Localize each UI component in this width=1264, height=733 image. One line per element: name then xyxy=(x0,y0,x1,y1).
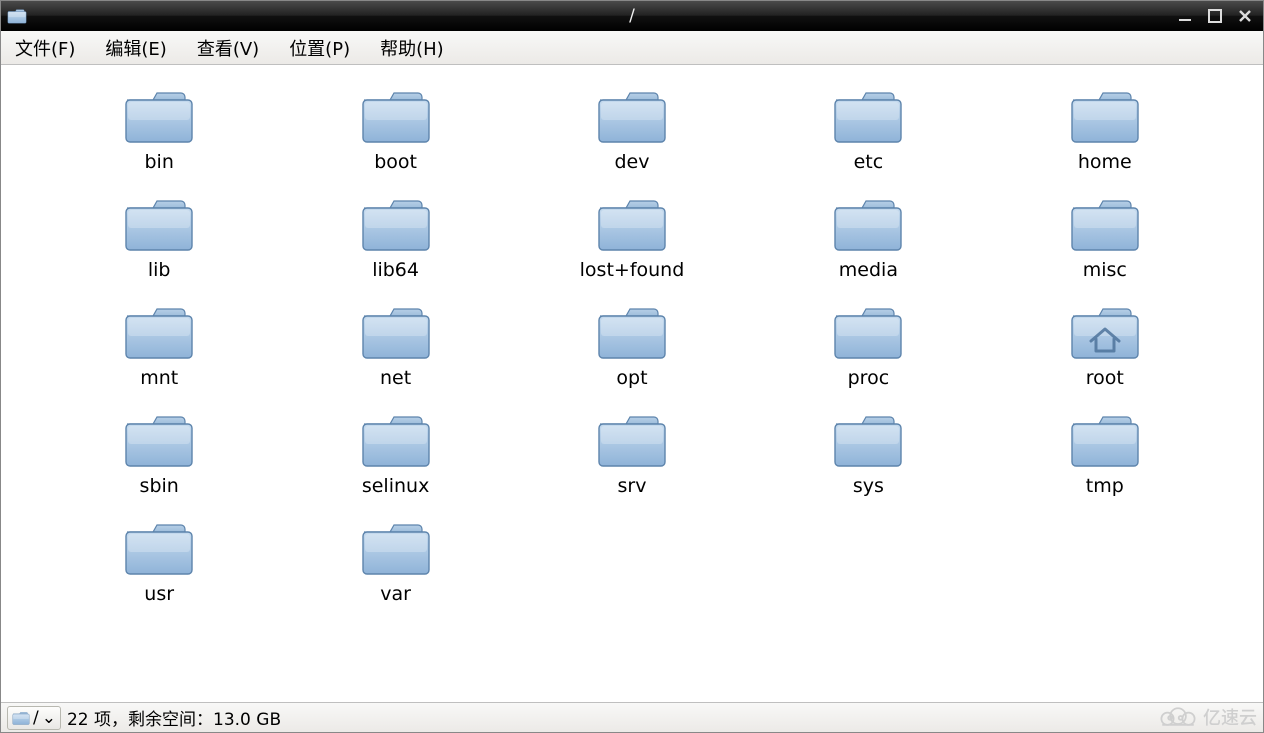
folder-icon xyxy=(123,87,195,145)
folder-icon xyxy=(360,195,432,253)
titlebar[interactable]: / xyxy=(1,1,1263,31)
folder-item-selinux[interactable]: selinux xyxy=(311,411,481,497)
menu-file[interactable]: 文件(F) xyxy=(9,31,81,65)
folder-label: home xyxy=(1078,151,1132,173)
folder-icon xyxy=(360,87,432,145)
folder-item-bin[interactable]: bin xyxy=(74,87,244,173)
folder-label: opt xyxy=(616,367,647,389)
folder-label: media xyxy=(839,259,898,281)
statusbar: / ⌄ 22 项，剩余空间：13.0 GB 亿速云 xyxy=(1,702,1263,732)
path-selector[interactable]: / ⌄ xyxy=(7,706,61,730)
menubar: 文件(F) 编辑(E) 查看(V) 位置(P) 帮助(H) xyxy=(1,31,1263,65)
chevron-down-icon: ⌄ xyxy=(42,708,56,728)
folder-item-var[interactable]: var xyxy=(311,519,481,605)
folder-label: mnt xyxy=(140,367,178,389)
file-manager-window: / 文件(F) 编辑(E) 查看(V) 位置(P) 帮助(H) bin boot d… xyxy=(0,0,1264,733)
minimize-button[interactable] xyxy=(1177,8,1193,24)
folder-label: lib64 xyxy=(372,259,419,281)
folder-item-home[interactable]: home xyxy=(1020,87,1190,173)
watermark: 亿速云 xyxy=(1157,704,1257,730)
folder-icon xyxy=(123,519,195,577)
folder-label: usr xyxy=(144,583,174,605)
folder-item-srv[interactable]: srv xyxy=(547,411,717,497)
maximize-button[interactable] xyxy=(1207,8,1223,24)
folder-icon xyxy=(360,303,432,361)
window-folder-icon xyxy=(7,6,27,26)
folder-icon xyxy=(832,195,904,253)
close-button[interactable] xyxy=(1237,8,1253,24)
folder-item-tmp[interactable]: tmp xyxy=(1020,411,1190,497)
folder-item-root[interactable]: root xyxy=(1020,303,1190,389)
folder-icon xyxy=(596,411,668,469)
folder-item-usr[interactable]: usr xyxy=(74,519,244,605)
menu-places[interactable]: 位置(P) xyxy=(283,31,356,65)
window-controls xyxy=(1177,8,1263,24)
folder-icon xyxy=(1069,411,1141,469)
folder-item-sys[interactable]: sys xyxy=(783,411,953,497)
folder-icon xyxy=(360,519,432,577)
folder-item-net[interactable]: net xyxy=(311,303,481,389)
path-folder-icon xyxy=(12,710,30,726)
folder-icon xyxy=(360,411,432,469)
folder-label: sys xyxy=(853,475,884,497)
folder-icon xyxy=(596,303,668,361)
folder-home-icon xyxy=(1069,303,1141,361)
folder-icon xyxy=(1069,87,1141,145)
path-label: / xyxy=(33,708,39,728)
icon-view[interactable]: bin boot dev etc home lib lib64 lost+found media… xyxy=(1,65,1263,702)
folder-item-lib64[interactable]: lib64 xyxy=(311,195,481,281)
watermark-text: 亿速云 xyxy=(1203,704,1257,730)
folder-label: dev xyxy=(614,151,649,173)
folder-icon xyxy=(596,195,668,253)
folder-item-lost+found[interactable]: lost+found xyxy=(547,195,717,281)
folder-label: lib xyxy=(148,259,171,281)
folder-grid: bin boot dev etc home lib lib64 lost+found media… xyxy=(41,87,1223,605)
folder-item-misc[interactable]: misc xyxy=(1020,195,1190,281)
folder-label: srv xyxy=(618,475,647,497)
folder-icon xyxy=(1069,195,1141,253)
menu-view[interactable]: 查看(V) xyxy=(191,31,265,65)
folder-label: var xyxy=(380,583,411,605)
folder-item-proc[interactable]: proc xyxy=(783,303,953,389)
folder-item-mnt[interactable]: mnt xyxy=(74,303,244,389)
folder-icon xyxy=(832,411,904,469)
folder-item-sbin[interactable]: sbin xyxy=(74,411,244,497)
folder-item-lib[interactable]: lib xyxy=(74,195,244,281)
folder-icon xyxy=(123,303,195,361)
folder-label: net xyxy=(380,367,411,389)
folder-icon xyxy=(832,303,904,361)
window-title: / xyxy=(1,6,1263,26)
folder-label: proc xyxy=(848,367,890,389)
folder-item-opt[interactable]: opt xyxy=(547,303,717,389)
folder-label: lost+found xyxy=(580,259,685,281)
folder-label: bin xyxy=(144,151,173,173)
status-text: 22 项，剩余空间：13.0 GB xyxy=(67,705,281,730)
folder-label: tmp xyxy=(1086,475,1124,497)
folder-label: sbin xyxy=(140,475,179,497)
folder-label: selinux xyxy=(362,475,429,497)
folder-item-boot[interactable]: boot xyxy=(311,87,481,173)
menu-help[interactable]: 帮助(H) xyxy=(374,31,450,65)
folder-label: boot xyxy=(374,151,417,173)
folder-label: etc xyxy=(854,151,884,173)
folder-item-dev[interactable]: dev xyxy=(547,87,717,173)
folder-icon xyxy=(123,411,195,469)
folder-icon xyxy=(832,87,904,145)
folder-label: root xyxy=(1086,367,1124,389)
folder-icon xyxy=(596,87,668,145)
folder-item-etc[interactable]: etc xyxy=(783,87,953,173)
folder-label: misc xyxy=(1083,259,1127,281)
folder-item-media[interactable]: media xyxy=(783,195,953,281)
watermark-cloud-icon xyxy=(1157,706,1199,728)
menu-edit[interactable]: 编辑(E) xyxy=(99,31,172,65)
folder-icon xyxy=(123,195,195,253)
